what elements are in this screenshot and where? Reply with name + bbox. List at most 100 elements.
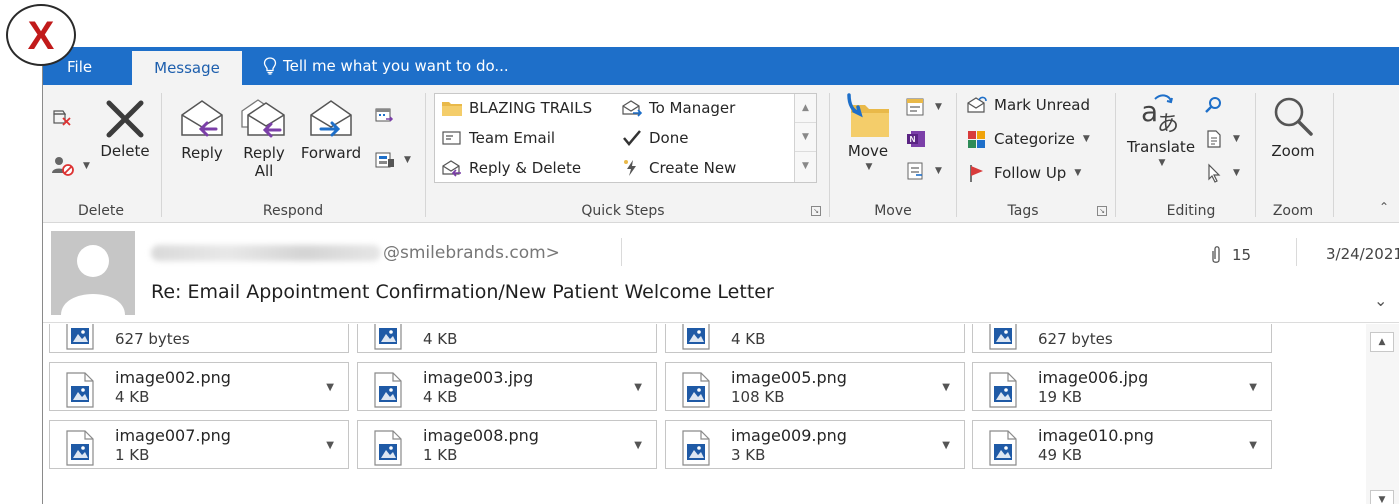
chevron-down-icon[interactable]: ▼ [942,382,950,393]
attachment-item[interactable]: image003.jpg 4 KB ▼ [357,362,657,411]
attachment-name: image010.png [1038,426,1154,445]
ribbon: ▼ Delete Delete Reply Reply All Forward … [43,85,1399,223]
attachment-item[interactable]: image010.png 49 KB ▼ [972,420,1272,469]
zoom-group-label: Zoom [1272,203,1314,219]
attachment-size: 1 KB [115,446,150,464]
message-header: @smilebrands.com> Re: Email Appointment … [43,223,1399,323]
attachment-item[interactable]: image007.png 1 KB ▼ [49,420,349,469]
scroll-up-icon[interactable]: ▲ [795,94,816,123]
quick-step-done[interactable]: Done [621,129,688,147]
image-file-icon [987,324,1019,354]
lightning-icon [624,160,636,176]
search-icon [1205,97,1221,113]
delete-group-label: Delete [78,203,124,219]
attachment-item[interactable]: 4 KB▼ [665,324,965,353]
categorize-button[interactable]: Categorize ▼ [966,129,1090,149]
attachment-item[interactable]: 627 bytes▼ [49,324,349,353]
attachment-item[interactable]: image002.png 4 KB ▼ [49,362,349,411]
image-file-icon [987,372,1019,412]
mail-forward-icon [622,100,643,117]
group-separator [956,93,957,217]
translate-button[interactable]: aあ Translate ▼ [1123,93,1199,170]
ignore-button[interactable] [51,107,73,127]
delete-x-icon [106,100,144,138]
image-file-icon [372,430,404,470]
message-date: 3/24/2021 [1326,245,1399,263]
categorize-icon [968,131,985,148]
lightbulb-icon [263,57,277,75]
quick-step-team-email[interactable]: Team Email [441,129,555,147]
quick-step-create-new[interactable]: Create New [621,159,736,177]
tab-file[interactable]: File [67,58,92,76]
meeting-button[interactable] [374,105,394,125]
svg-text:a: a [1141,95,1158,128]
mark-unread-label: Mark Unread [994,96,1091,114]
chevron-down-icon[interactable]: ▼ [634,382,642,393]
image-file-icon [680,372,712,412]
attachment-item[interactable]: image009.png 3 KB ▼ [665,420,965,469]
scroll-down-icon[interactable]: ▼ [1370,490,1394,504]
quick-step-to-manager[interactable]: To Manager [621,99,735,117]
attachment-item[interactable]: 4 KB▼ [357,324,657,353]
junk-button[interactable]: ▼ [51,155,90,177]
chevron-down-icon[interactable]: ⌄ [1374,291,1387,310]
collapse-ribbon-icon[interactable]: ⌃ [1379,200,1389,214]
zoom-button[interactable]: Zoom [1261,93,1325,163]
forward-button[interactable]: Forward [299,95,363,165]
chevron-down-icon[interactable]: ▼ [942,440,950,451]
quick-steps-gallery: BLAZING TRAILS To Manager Team Email Don… [434,93,817,183]
scroll-up-icon[interactable]: ▲ [1370,332,1394,352]
chevron-down-icon[interactable]: ▼ [634,440,642,451]
quick-step-reply-delete[interactable]: Reply & Delete [441,159,581,177]
magnifier-icon [1274,97,1313,136]
reply-button[interactable]: Reply [176,95,228,165]
more-respond-button[interactable]: ▼ [374,149,411,171]
move-group-label: Move [874,203,912,219]
sender[interactable]: @smilebrands.com> [151,243,560,263]
attachment-item[interactable]: 627 bytes▼ [972,324,1272,353]
expand-gallery-icon[interactable]: ▼ [795,152,816,181]
chevron-down-icon: ▼ [865,161,873,172]
scroll-down-icon[interactable]: ▼ [795,123,816,152]
chevron-down-icon[interactable]: ▼ [326,440,334,451]
attachment-item[interactable]: image006.jpg 19 KB ▼ [972,362,1272,411]
attachment-item[interactable]: image005.png 108 KB ▼ [665,362,965,411]
quick-step-blazing-trails[interactable]: BLAZING TRAILS [441,99,592,117]
chevron-down-icon: ▼ [404,155,411,165]
follow-up-button[interactable]: Follow Up ▼ [966,163,1081,183]
attachments-scrollbar[interactable]: ▲ ▼ [1366,324,1399,504]
attachment-list: 627 bytes▼4 KB▼4 KB▼627 bytes▼image002.p… [43,324,1399,504]
find-button[interactable] [1203,95,1225,115]
tell-me-search[interactable]: Tell me what you want to do... [263,57,509,75]
attachment-name: image009.png [731,426,847,445]
forward-label: Forward [300,144,362,162]
im-icon [375,152,394,168]
delete-button[interactable]: Delete [100,97,150,163]
mark-unread-button[interactable]: Mark Unread [966,95,1090,115]
dialog-launcher-icon[interactable]: ↘ [811,206,821,216]
actions-button[interactable]: ▼ [905,161,942,181]
rules-button[interactable]: ▼ [905,97,942,117]
quick-steps-group-label: Quick Steps [581,203,665,219]
quick-steps-scroll[interactable]: ▲ ▼ ▼ [794,94,816,182]
attachment-name: image005.png [731,368,847,387]
chevron-down-icon[interactable]: ▼ [1249,382,1257,393]
group-separator [425,93,426,217]
chevron-down-icon: ▼ [1158,157,1166,168]
chevron-down-icon[interactable]: ▼ [326,382,334,393]
dialog-launcher-icon[interactable]: ↘ [1097,206,1107,216]
onenote-button[interactable]: N [905,129,927,149]
related-button[interactable]: ▼ [1203,129,1240,149]
ignore-icon [53,110,71,126]
quick-step-label: Team Email [469,129,556,147]
move-button[interactable]: Move ▼ [838,93,898,174]
flag-icon [970,165,983,182]
tab-message[interactable]: Message [132,51,242,85]
chevron-down-icon[interactable]: ▼ [1249,440,1257,451]
quick-step-label: To Manager [649,99,736,117]
onenote-icon: N [907,131,925,147]
attachment-item[interactable]: image008.png 1 KB ▼ [357,420,657,469]
rules-icon [906,98,924,116]
select-button[interactable]: ▼ [1203,163,1240,183]
reply-all-button[interactable]: Reply All [238,95,290,183]
